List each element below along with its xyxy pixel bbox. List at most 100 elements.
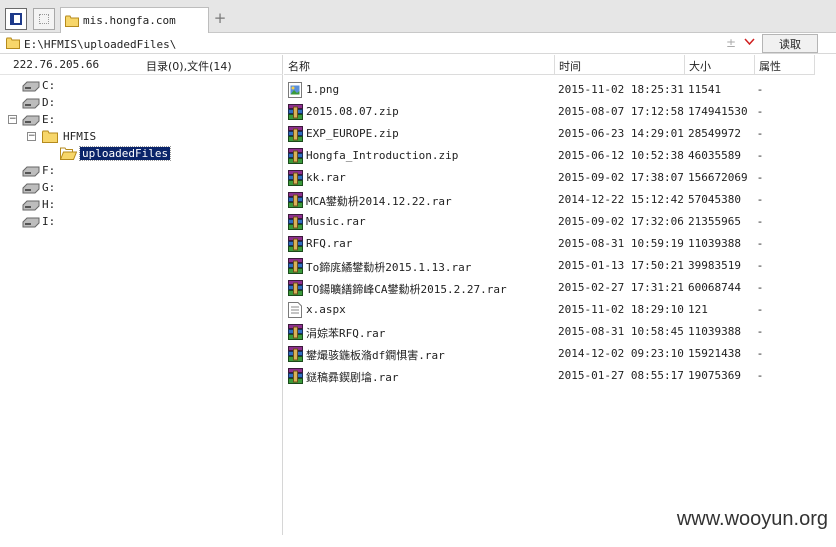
file-name: 鐢熶骇鍦板潃df鐧惧害.rar <box>306 349 445 362</box>
tree-drive-c[interactable]: C: <box>22 77 57 94</box>
file-row[interactable]: 鎹稿彞鍥剧墖.rar 2015-01-27 08:55:17 19075369 - <box>284 365 824 387</box>
tree-drive-h[interactable]: H: <box>22 196 57 213</box>
file-attr: - <box>758 325 762 338</box>
server-ip: 222.76.205.66 <box>13 58 100 71</box>
column-header-size[interactable]: 大小 <box>685 55 755 75</box>
read-button[interactable]: 读取 <box>762 34 818 53</box>
file-attr: - <box>758 149 762 162</box>
file-size: 19075369 <box>688 369 741 382</box>
archive-icon <box>288 368 303 384</box>
file-size: 28549972 <box>688 127 741 140</box>
file-row[interactable]: 鐢熶骇鍦板潃df鐧惧害.rar 2014-12-02 09:23:10 159214… <box>284 343 824 365</box>
file-time: 2015-01-13 17:50:21 <box>558 259 684 272</box>
file-row[interactable]: TO鍚曠繕鍗峰CA鐢勬枡2015.2.27.rar 2015-02-27 17:3… <box>284 277 824 299</box>
tree-drive-g[interactable]: G: <box>22 179 57 196</box>
panel-toggle-button[interactable] <box>5 8 27 30</box>
file-time: 2015-06-12 10:52:38 <box>558 149 684 162</box>
file-list-panel: 名称 时间 大小 属性 1.png 2015-11-02 18:25:31 1154… <box>284 55 836 535</box>
png-icon <box>288 82 303 98</box>
file-name: 1.png <box>306 83 340 96</box>
file-row[interactable]: Hongfa_Introduction.zip 2015-06-12 10:52:… <box>284 145 824 167</box>
tree-header: 222.76.205.66 目录(0),文件(14) <box>0 55 283 75</box>
tab-mis-hongfa[interactable]: mis.hongfa.com <box>60 7 209 33</box>
archive-icon <box>288 192 303 208</box>
archive-icon <box>288 214 303 230</box>
new-window-button[interactable] <box>33 8 55 30</box>
file-name: Music.rar <box>306 215 366 228</box>
tree-drive-i[interactable]: I: <box>22 213 57 230</box>
file-row[interactable]: EXP_EUROPE.zip 2015-06-23 14:29:01 2854997… <box>284 123 824 145</box>
file-size: 15921438 <box>688 347 741 360</box>
file-row[interactable]: Music.rar 2015-09-02 17:32:06 21355965 - <box>284 211 824 233</box>
file-name: 鎹稿彞鍥剧墖.rar <box>306 371 399 384</box>
file-time: 2015-08-31 10:59:19 <box>558 237 684 250</box>
new-tab-button[interactable]: + <box>213 10 227 26</box>
text-file-icon <box>288 302 303 318</box>
file-time: 2014-12-02 09:23:10 <box>558 347 684 360</box>
file-attr: - <box>758 105 762 118</box>
file-row[interactable]: 1.png 2015-11-02 18:25:31 11541 - <box>284 79 824 101</box>
file-size: 39983519 <box>688 259 741 272</box>
tree-drive-e[interactable]: E: <box>22 111 57 128</box>
bookmark-icon[interactable]: ± <box>726 36 736 50</box>
drive-icon <box>22 81 40 91</box>
file-time: 2015-11-02 18:25:31 <box>558 83 684 96</box>
tree-folder-uploadedfiles[interactable]: uploadedFiles <box>60 145 172 162</box>
file-attr: - <box>758 347 762 360</box>
file-row[interactable]: 涓婃苯RFQ.rar 2015-08-31 10:58:45 11039388 - <box>284 321 824 343</box>
file-time: 2015-08-07 17:12:58 <box>558 105 684 118</box>
file-size: 57045380 <box>688 193 741 206</box>
file-row[interactable]: kk.rar 2015-09-02 17:38:07 156672069- <box>284 167 824 189</box>
file-name: kk.rar <box>306 171 346 184</box>
file-time: 2015-09-02 17:32:06 <box>558 215 684 228</box>
file-time: 2015-09-02 17:38:07 <box>558 171 684 184</box>
folder-icon <box>42 130 58 143</box>
tree-drive-d[interactable]: D: <box>22 94 57 111</box>
drive-label: G: <box>42 181 56 194</box>
file-attr: - <box>758 193 762 206</box>
file-row[interactable]: x.aspx 2015-11-02 18:29:10 121 - <box>284 299 824 321</box>
file-size: 121 <box>688 303 708 316</box>
drive-label: E: <box>42 113 56 126</box>
file-size: 11039388 <box>688 325 741 338</box>
file-row[interactable]: RFQ.rar 2015-08-31 10:59:19 11039388 - <box>284 233 824 255</box>
drive-label: F: <box>42 164 56 177</box>
file-attr: - <box>758 215 762 228</box>
drive-icon <box>22 200 40 210</box>
file-attr: - <box>758 83 762 96</box>
file-name: 2015.08.07.zip <box>306 105 399 118</box>
path-input[interactable] <box>24 36 724 52</box>
column-header-name[interactable]: 名称 <box>284 55 555 75</box>
file-time: 2015-02-27 17:31:21 <box>558 281 684 294</box>
file-name: Hongfa_Introduction.zip <box>306 149 459 162</box>
file-time: 2015-01-27 08:55:17 <box>558 369 684 382</box>
file-name: To鍗庣繘鐢勬枡2015.1.13.rar <box>306 261 472 274</box>
tab-bar: mis.hongfa.com + <box>0 0 836 33</box>
file-name: TO鍚曠繕鍗峰CA鐢勬枡2015.2.27.rar <box>306 283 507 296</box>
file-attr: - <box>758 303 762 316</box>
collapse-icon[interactable]: − <box>27 132 36 141</box>
file-size: 46035589 <box>688 149 741 162</box>
file-size: 60068744 <box>688 281 741 294</box>
item-counts: 目录(0),文件(14) <box>146 60 232 73</box>
file-attr: - <box>758 281 762 294</box>
file-size: 11039388 <box>688 237 741 250</box>
chevron-down-icon[interactable] <box>744 38 755 46</box>
drive-icon <box>22 217 40 227</box>
column-header-attr[interactable]: 属性 <box>755 55 815 75</box>
file-row[interactable]: MCA鐢勬枡2014.12.22.rar 2014-12-22 15:12:42 5… <box>284 189 824 211</box>
file-attr: - <box>758 369 762 382</box>
folder-icon <box>6 37 20 49</box>
file-time: 2015-06-23 14:29:01 <box>558 127 684 140</box>
tree-drive-f[interactable]: F: <box>22 162 57 179</box>
file-name: RFQ.rar <box>306 237 353 250</box>
collapse-icon[interactable]: − <box>8 115 17 124</box>
column-header-time[interactable]: 时间 <box>555 55 685 75</box>
file-row[interactable]: To鍗庣繘鐢勬枡2015.1.13.rar 2015-01-13 17:50:21… <box>284 255 824 277</box>
file-name: MCA鐢勬枡2014.12.22.rar <box>306 195 452 208</box>
drive-label: C: <box>42 79 56 92</box>
tree-folder-hfmis[interactable]: HFMIS <box>42 128 98 145</box>
drive-icon <box>22 115 40 125</box>
file-row[interactable]: 2015.08.07.zip 2015-08-07 17:12:58 1749415… <box>284 101 824 123</box>
file-name: x.aspx <box>306 303 346 316</box>
